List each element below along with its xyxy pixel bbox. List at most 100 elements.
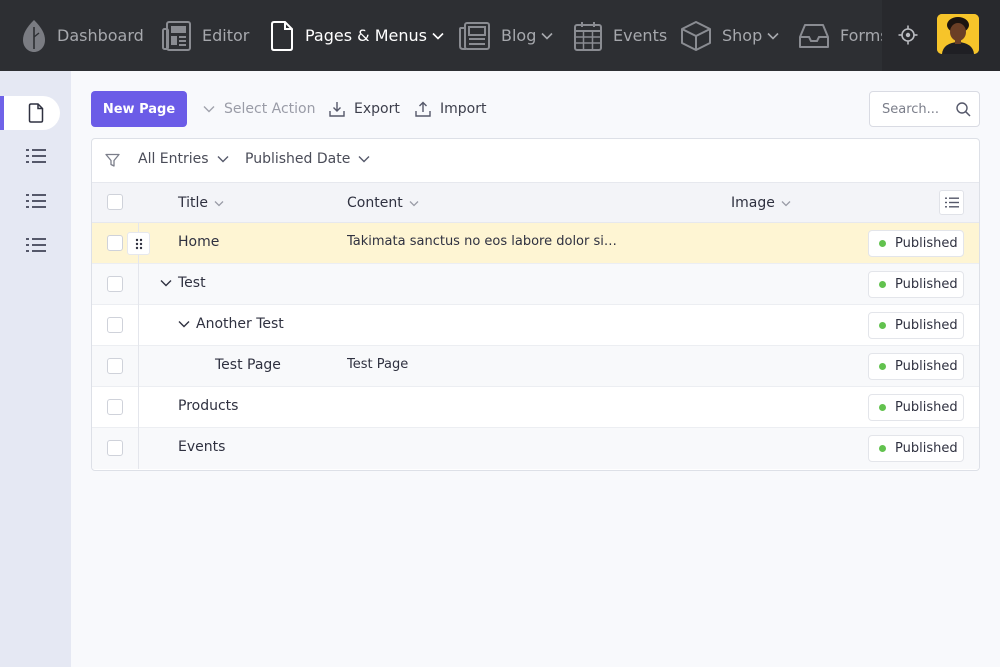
table-row[interactable]: Events Published bbox=[92, 428, 979, 469]
column-title[interactable]: Title bbox=[178, 195, 224, 211]
row-divider bbox=[138, 264, 139, 305]
status-label: Published bbox=[895, 277, 958, 292]
row-title[interactable]: Products bbox=[178, 398, 238, 414]
row-content: Test Page bbox=[347, 357, 409, 372]
import-label: Import bbox=[440, 101, 487, 117]
published-date-filter[interactable]: Published Date bbox=[245, 151, 370, 167]
row-title[interactable]: Events bbox=[178, 439, 225, 455]
nav-pages-menus[interactable]: Pages & Menus bbox=[270, 0, 444, 71]
table-row[interactable]: Products Published bbox=[92, 387, 979, 428]
row-title-label: Products bbox=[178, 398, 239, 414]
status-badge[interactable]: Published bbox=[868, 271, 964, 298]
user-avatar[interactable] bbox=[937, 14, 979, 54]
column-content-label: Content bbox=[347, 195, 403, 211]
nav-forms[interactable]: Forms bbox=[799, 0, 882, 71]
row-divider bbox=[138, 346, 139, 387]
chevron-down-icon[interactable] bbox=[160, 279, 172, 287]
chevron-down-icon bbox=[217, 156, 229, 163]
table-header: Title Content Image bbox=[92, 182, 979, 223]
status-badge[interactable]: Published bbox=[868, 353, 964, 380]
status-dot bbox=[879, 404, 886, 411]
row-title[interactable]: Test Page bbox=[215, 357, 281, 373]
column-image[interactable]: Image bbox=[731, 195, 791, 211]
drag-handle-icon bbox=[135, 238, 142, 249]
status-badge[interactable]: Published bbox=[868, 230, 964, 257]
row-title[interactable]: Home bbox=[178, 234, 219, 250]
status-dot bbox=[879, 240, 886, 247]
row-checkbox[interactable] bbox=[107, 440, 123, 456]
download-icon bbox=[329, 102, 345, 117]
row-title[interactable]: Another Test bbox=[178, 316, 284, 332]
status-badge[interactable]: Published bbox=[868, 435, 964, 462]
table-row[interactable]: Test Published bbox=[92, 264, 979, 305]
all-entries-filter[interactable]: All Entries bbox=[138, 151, 229, 167]
file-icon bbox=[28, 103, 44, 123]
new-page-button[interactable]: New Page bbox=[91, 91, 187, 127]
nav-editor[interactable]: Editor bbox=[162, 0, 249, 71]
rail-item-pages[interactable] bbox=[0, 96, 60, 130]
import-button[interactable]: Import bbox=[415, 98, 486, 120]
row-checkbox[interactable] bbox=[107, 317, 123, 333]
select-action-label: Select Action bbox=[224, 101, 316, 117]
row-checkbox[interactable] bbox=[107, 399, 123, 415]
nav-dashboard[interactable]: Dashboard bbox=[22, 0, 144, 71]
export-button[interactable]: Export bbox=[329, 98, 400, 120]
blog-icon bbox=[459, 21, 490, 50]
rail-item-menu-3[interactable] bbox=[0, 228, 60, 262]
table-row[interactable]: Test Page Test Page Published bbox=[92, 346, 979, 387]
nav-pages-menus-label: Pages & Menus bbox=[305, 26, 427, 45]
status-dot bbox=[879, 363, 886, 370]
nav-events[interactable]: Events bbox=[574, 0, 667, 71]
status-badge[interactable]: Published bbox=[868, 394, 964, 421]
search-input[interactable] bbox=[882, 100, 952, 118]
status-badge[interactable]: Published bbox=[868, 312, 964, 339]
chevron-down-icon bbox=[203, 106, 215, 113]
box-icon bbox=[681, 20, 711, 51]
nav-shop[interactable]: Shop bbox=[681, 0, 779, 71]
row-title-label: Test Page bbox=[215, 357, 281, 373]
inbox-icon bbox=[799, 23, 829, 48]
row-title-label: Test bbox=[178, 275, 206, 291]
list-icon bbox=[944, 197, 959, 208]
status-label: Published bbox=[895, 236, 958, 251]
chevron-down-icon bbox=[358, 156, 370, 163]
chevron-down-icon bbox=[214, 200, 224, 206]
chevron-down-icon[interactable] bbox=[178, 320, 190, 328]
row-divider bbox=[138, 428, 139, 469]
chevron-down-icon bbox=[767, 32, 779, 40]
top-navigation: Dashboard Editor Pages & Menus Blog Even… bbox=[0, 0, 1000, 71]
table-row[interactable]: Another Test Published bbox=[92, 305, 979, 346]
nav-blog-label: Blog bbox=[501, 26, 537, 45]
chevron-down-icon bbox=[432, 32, 444, 40]
leaf-icon bbox=[23, 19, 45, 52]
column-content[interactable]: Content bbox=[347, 195, 419, 211]
nav-blog[interactable]: Blog bbox=[459, 0, 553, 71]
status-label: Published bbox=[895, 318, 958, 333]
row-checkbox[interactable] bbox=[107, 235, 123, 251]
drag-handle[interactable] bbox=[127, 232, 150, 255]
chevron-down-icon bbox=[781, 200, 791, 206]
filter-icon[interactable] bbox=[105, 153, 120, 168]
crosshair-icon[interactable] bbox=[898, 25, 918, 45]
column-settings-button[interactable] bbox=[939, 190, 964, 215]
search-icon[interactable] bbox=[956, 102, 971, 117]
list-icon bbox=[26, 194, 46, 208]
rail-item-menu-1[interactable] bbox=[0, 139, 60, 173]
chevron-down-icon bbox=[409, 200, 419, 206]
rail-item-menu-2[interactable] bbox=[0, 184, 60, 218]
chevron-down-icon bbox=[541, 32, 553, 40]
select-action-dropdown[interactable]: Select Action bbox=[203, 98, 316, 120]
list-icon bbox=[26, 149, 46, 163]
status-label: Published bbox=[895, 359, 958, 374]
status-label: Published bbox=[895, 400, 958, 415]
row-checkbox[interactable] bbox=[107, 358, 123, 374]
left-rail bbox=[0, 71, 71, 667]
select-all-checkbox[interactable] bbox=[107, 194, 123, 210]
table-row[interactable]: Home Takimata sanctus no eos labore dolo… bbox=[92, 223, 979, 264]
status-dot bbox=[879, 281, 886, 288]
row-title-label: Events bbox=[178, 439, 226, 455]
newspaper-icon bbox=[162, 20, 191, 51]
export-label: Export bbox=[354, 101, 400, 117]
row-title[interactable]: Test bbox=[160, 275, 206, 291]
row-checkbox[interactable] bbox=[107, 276, 123, 292]
